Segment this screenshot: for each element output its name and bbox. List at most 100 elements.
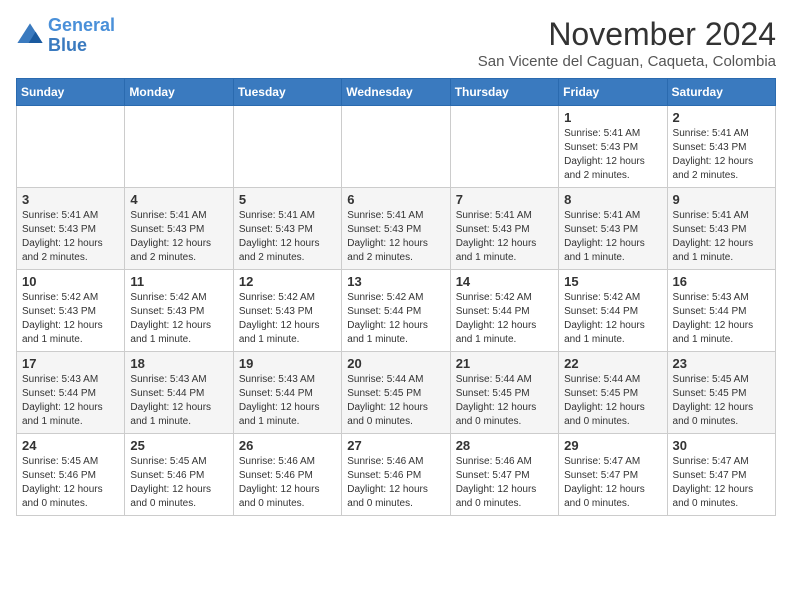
day-number: 7 (456, 192, 553, 207)
calendar-week-row: 3 Sunrise: 5:41 AM Sunset: 5:43 PM Daylig… (17, 188, 776, 270)
day-number: 4 (130, 192, 227, 207)
day-info: Sunrise: 5:46 AM Sunset: 5:46 PM Dayligh… (239, 455, 336, 511)
location-title: San Vicente del Caguan, Caqueta, Colombi… (478, 53, 776, 70)
day-number: 16 (673, 274, 770, 289)
calendar-week-row: 1 Sunrise: 5:41 AM Sunset: 5:43 PM Daylig… (17, 106, 776, 188)
day-number: 19 (239, 356, 336, 371)
day-number: 6 (347, 192, 444, 207)
calendar-cell: 1Sunrise: 5:41 AM Sunset: 5:43 PM Daylig… (559, 106, 667, 188)
logo-icon (16, 22, 44, 50)
calendar-cell: 17 Sunrise: 5:43 AM Sunset: 5:44 PM Dayli… (17, 352, 125, 434)
day-number: 13 (347, 274, 444, 289)
logo-line2: Blue (48, 35, 87, 55)
day-info: Sunrise: 5:46 AM Sunset: 5:46 PM Dayligh… (347, 455, 444, 511)
day-number: 23 (673, 356, 770, 371)
calendar-cell: 7 Sunrise: 5:41 AM Sunset: 5:43 PM Daylig… (450, 188, 558, 270)
day-number: 2 (673, 110, 770, 125)
day-info: Sunrise: 5:42 AM Sunset: 5:44 PM Dayligh… (456, 291, 553, 347)
day-number: 11 (130, 274, 227, 289)
day-number: 9 (673, 192, 770, 207)
day-number: 27 (347, 438, 444, 453)
weekday-header: Friday (559, 79, 667, 106)
day-info: Sunrise: 5:41 AM Sunset: 5:43 PM Dayligh… (673, 127, 770, 183)
day-number: 10 (22, 274, 119, 289)
day-info: Sunrise: 5:44 AM Sunset: 5:45 PM Dayligh… (564, 373, 661, 429)
day-info: Sunrise: 5:44 AM Sunset: 5:45 PM Dayligh… (456, 373, 553, 429)
calendar-cell: 4 Sunrise: 5:41 AM Sunset: 5:43 PM Daylig… (125, 188, 233, 270)
calendar-cell: 2 Sunrise: 5:41 AM Sunset: 5:43 PM Daylig… (667, 106, 775, 188)
calendar-cell (125, 106, 233, 188)
calendar-cell: 14 Sunrise: 5:42 AM Sunset: 5:44 PM Dayli… (450, 270, 558, 352)
day-info: Sunrise: 5:41 AM Sunset: 5:43 PM Dayligh… (456, 209, 553, 265)
calendar-cell: 30Sunrise: 5:47 AM Sunset: 5:47 PM Dayli… (667, 434, 775, 516)
day-number: 29 (564, 438, 661, 453)
day-info: Sunrise: 5:44 AM Sunset: 5:45 PM Dayligh… (347, 373, 444, 429)
calendar-cell: 13 Sunrise: 5:42 AM Sunset: 5:44 PM Dayli… (342, 270, 450, 352)
day-number: 28 (456, 438, 553, 453)
header: General Blue November 2024 San Vicente d… (16, 16, 776, 70)
calendar-cell: 24Sunrise: 5:45 AM Sunset: 5:46 PM Dayli… (17, 434, 125, 516)
day-info: Sunrise: 5:41 AM Sunset: 5:43 PM Dayligh… (347, 209, 444, 265)
calendar-cell: 3 Sunrise: 5:41 AM Sunset: 5:43 PM Daylig… (17, 188, 125, 270)
day-info: Sunrise: 5:41 AM Sunset: 5:43 PM Dayligh… (22, 209, 119, 265)
month-title: November 2024 (478, 16, 776, 53)
day-info: Sunrise: 5:47 AM Sunset: 5:47 PM Dayligh… (673, 455, 770, 511)
day-info: Sunrise: 5:45 AM Sunset: 5:45 PM Dayligh… (673, 373, 770, 429)
logo-line1: General (48, 15, 115, 35)
day-info: Sunrise: 5:43 AM Sunset: 5:44 PM Dayligh… (673, 291, 770, 347)
weekday-header: Saturday (667, 79, 775, 106)
day-number: 1 (564, 110, 661, 125)
calendar-cell: 29Sunrise: 5:47 AM Sunset: 5:47 PM Dayli… (559, 434, 667, 516)
calendar-cell: 9 Sunrise: 5:41 AM Sunset: 5:43 PM Daylig… (667, 188, 775, 270)
day-info: Sunrise: 5:41 AM Sunset: 5:43 PM Dayligh… (564, 209, 661, 265)
calendar-cell (233, 106, 341, 188)
day-info: Sunrise: 5:41 AM Sunset: 5:43 PM Dayligh… (130, 209, 227, 265)
logo-text: General Blue (48, 16, 115, 56)
calendar-cell: 5Sunrise: 5:41 AM Sunset: 5:43 PM Daylig… (233, 188, 341, 270)
day-number: 25 (130, 438, 227, 453)
weekday-header: Sunday (17, 79, 125, 106)
weekday-header-row: SundayMondayTuesdayWednesdayThursdayFrid… (17, 79, 776, 106)
calendar-cell: 21Sunrise: 5:44 AM Sunset: 5:45 PM Dayli… (450, 352, 558, 434)
calendar-week-row: 24Sunrise: 5:45 AM Sunset: 5:46 PM Dayli… (17, 434, 776, 516)
logo: General Blue (16, 16, 115, 56)
day-info: Sunrise: 5:43 AM Sunset: 5:44 PM Dayligh… (130, 373, 227, 429)
day-info: Sunrise: 5:42 AM Sunset: 5:43 PM Dayligh… (239, 291, 336, 347)
calendar-cell: 25Sunrise: 5:45 AM Sunset: 5:46 PM Dayli… (125, 434, 233, 516)
calendar-cell (17, 106, 125, 188)
calendar-cell: 6 Sunrise: 5:41 AM Sunset: 5:43 PM Daylig… (342, 188, 450, 270)
day-info: Sunrise: 5:41 AM Sunset: 5:43 PM Dayligh… (239, 209, 336, 265)
day-number: 17 (22, 356, 119, 371)
day-info: Sunrise: 5:42 AM Sunset: 5:44 PM Dayligh… (347, 291, 444, 347)
calendar-cell: 12 Sunrise: 5:42 AM Sunset: 5:43 PM Dayli… (233, 270, 341, 352)
calendar-week-row: 10 Sunrise: 5:42 AM Sunset: 5:43 PM Dayli… (17, 270, 776, 352)
day-number: 24 (22, 438, 119, 453)
day-number: 18 (130, 356, 227, 371)
day-number: 8 (564, 192, 661, 207)
day-info: Sunrise: 5:46 AM Sunset: 5:47 PM Dayligh… (456, 455, 553, 511)
day-info: Sunrise: 5:43 AM Sunset: 5:44 PM Dayligh… (22, 373, 119, 429)
calendar-cell: 11 Sunrise: 5:42 AM Sunset: 5:43 PM Dayli… (125, 270, 233, 352)
day-number: 26 (239, 438, 336, 453)
calendar-cell: 15Sunrise: 5:42 AM Sunset: 5:44 PM Dayli… (559, 270, 667, 352)
calendar-table: SundayMondayTuesdayWednesdayThursdayFrid… (16, 78, 776, 516)
day-number: 14 (456, 274, 553, 289)
calendar-cell: 23 Sunrise: 5:45 AM Sunset: 5:45 PM Dayli… (667, 352, 775, 434)
calendar-cell: 20 Sunrise: 5:44 AM Sunset: 5:45 PM Dayli… (342, 352, 450, 434)
day-number: 20 (347, 356, 444, 371)
day-number: 22 (564, 356, 661, 371)
day-number: 3 (22, 192, 119, 207)
calendar-cell: 16 Sunrise: 5:43 AM Sunset: 5:44 PM Dayli… (667, 270, 775, 352)
day-info: Sunrise: 5:42 AM Sunset: 5:43 PM Dayligh… (22, 291, 119, 347)
calendar-cell (450, 106, 558, 188)
calendar-week-row: 17 Sunrise: 5:43 AM Sunset: 5:44 PM Dayli… (17, 352, 776, 434)
weekday-header: Thursday (450, 79, 558, 106)
calendar-cell: 18 Sunrise: 5:43 AM Sunset: 5:44 PM Dayli… (125, 352, 233, 434)
day-number: 12 (239, 274, 336, 289)
calendar-cell: 27 Sunrise: 5:46 AM Sunset: 5:46 PM Dayli… (342, 434, 450, 516)
calendar-cell: 19Sunrise: 5:43 AM Sunset: 5:44 PM Dayli… (233, 352, 341, 434)
weekday-header: Monday (125, 79, 233, 106)
day-info: Sunrise: 5:42 AM Sunset: 5:43 PM Dayligh… (130, 291, 227, 347)
day-info: Sunrise: 5:41 AM Sunset: 5:43 PM Dayligh… (673, 209, 770, 265)
weekday-header: Wednesday (342, 79, 450, 106)
